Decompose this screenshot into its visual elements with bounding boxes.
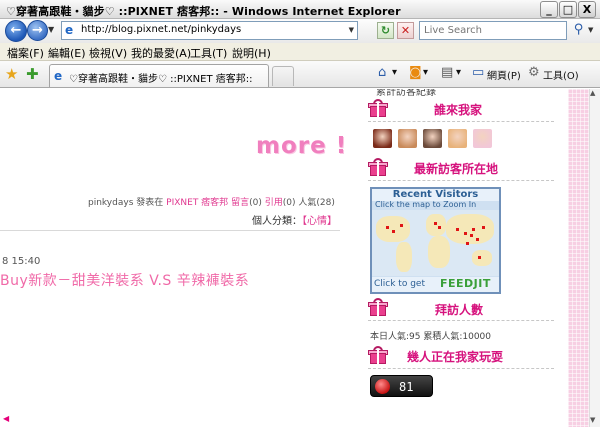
ie-page-icon: e [54,69,63,83]
scroll-up-arrow-icon[interactable]: ▲ [590,89,595,97]
favorites-star-icon[interactable]: ★ [5,65,18,83]
minimize-button[interactable]: _ [540,1,558,18]
search-button[interactable]: ⚲ [569,21,588,40]
sidebar-divider [368,320,554,321]
refresh-icon: ↻ [380,24,391,37]
forward-button[interactable]: → [27,20,48,41]
online-status-icon [375,379,390,394]
clipped-visitor-text: 累計訪客紀錄 [376,89,436,98]
vertical-scrollbar[interactable] [589,89,600,427]
tools-gear-icon: ⚙ [528,65,540,80]
rss-feed-icon[interactable]: ◙ [409,65,422,80]
tab-bar: ★ ✚ e ♡穿著高跟鞋・貓步♡ ::PIXNET 痞客邦:: ⌂ ▾ ◙ ▾ … [0,61,600,88]
url-text: http://blog.pixnet.net/pinkydays [81,24,242,35]
menu-help[interactable]: 說明(H) [232,45,271,61]
trackback-count: (0) [282,198,296,208]
visitor-avatar[interactable] [423,129,442,148]
refresh-button[interactable]: ↻ [377,22,394,39]
gift-icon [368,298,388,317]
tab-title: ♡穿著高跟鞋・貓步♡ ::PIXNET 痞客邦:: [69,74,253,85]
maximize-button[interactable]: □ [559,1,577,18]
post-author[interactable]: pinkydays [88,198,133,208]
menu-file[interactable]: 檔案(F) [7,45,44,61]
ie-page-icon: e [65,23,74,37]
new-tab-button[interactable] [272,66,294,86]
add-favorite-icon[interactable]: ✚ [26,65,39,83]
site-link[interactable]: PIXNET 痞客邦 [166,198,228,208]
world-map[interactable] [372,210,499,276]
window-title: ♡穿著高跟鞋・貓步♡ ::PIXNET 痞客邦:: - Windows Inte… [6,5,401,18]
gift-icon [368,346,388,365]
visitor-count-heading: 拜訪人數 [435,303,484,317]
visitor-avatar[interactable] [373,129,392,148]
online-count: 81 [399,380,414,394]
feedjit-logo[interactable]: FEEDJIT [440,277,491,290]
title-bar: ♡穿著高跟鞋・貓步♡ ::PIXNET 痞客邦:: - Windows Inte… [0,0,600,19]
trackback-link[interactable]: 引用 [265,198,283,208]
feed-dropdown-icon[interactable]: ▾ [423,67,428,78]
scroll-down-arrow-icon[interactable]: ▼ [590,416,595,424]
pink-background-strip [568,89,589,427]
post-divider [0,230,340,231]
gift-icon [368,158,388,177]
who-visited-heading: 誰來我家 [434,103,483,117]
url-input[interactable]: e http://blog.pixnet.net/pinkydays ▼ [61,21,358,40]
visitor-avatar[interactable] [448,129,467,148]
comments-link[interactable]: 留言 [231,198,249,208]
category-label: 個人分類： [252,216,302,227]
more-link[interactable]: more ! [256,133,347,159]
search-input[interactable] [419,21,567,40]
online-now-heading: 幾人正在我家玩耍 [407,350,504,364]
tools-menu-button[interactable]: 工具(O) [543,67,579,82]
visitor-stats: 本日人氣:95 累積人氣:10000 [370,332,492,342]
sidebar-divider [368,121,554,122]
menu-bar: 檔案(F) 編輯(E) 檢視(V) 我的最愛(A) 工具(T) 說明(H) [0,43,600,61]
stop-button[interactable]: ✕ [397,22,414,39]
recent-pages-dropdown-icon[interactable]: ▼ [48,25,54,34]
post-category: 個人分類：【心情】 [252,212,337,227]
visitor-avatar[interactable] [473,129,492,148]
close-button[interactable]: X [578,1,596,18]
comments-count: (0) [249,198,262,208]
category-link[interactable]: 【心情】 [302,216,337,227]
search-options-dropdown-icon[interactable]: ▼ [588,26,593,34]
stop-icon: ✕ [400,24,411,37]
scroll-left-arrow-icon[interactable]: ◀ [3,414,9,423]
post-meta: pinkydays 發表在 PIXNET 痞客邦 留言(0) 引用(0) 人氣(… [88,195,335,208]
page-menu-button[interactable]: 網頁(P) [487,67,521,82]
post-title-link[interactable]: Buy新款－甜美洋裝系 V.S 辛辣褲裝系 [0,270,249,290]
popularity-count: (28) [316,198,335,208]
popularity-label: 人氣 [298,198,317,208]
print-icon[interactable]: ▤ [441,65,453,80]
published-in-label: 發表在 [136,198,164,208]
map-subtitle: Click the map to Zoom In [375,200,477,209]
gift-icon [368,99,388,118]
search-icon: ⚲ [573,22,584,37]
map-click-text[interactable]: Click to get [374,279,425,289]
visitor-map-widget[interactable]: Recent Visitors Click the map to Zoom In… [370,187,501,294]
print-dropdown-icon[interactable]: ▾ [456,67,461,78]
page-content: 累計訪客紀錄 more ! pinkydays 發表在 PIXNET 痞客邦 留… [0,89,589,427]
map-footer[interactable]: Click to get FEEDJIT [372,277,499,292]
online-counter-widget[interactable]: 81 [370,375,433,397]
page-icon: ▭ [472,65,485,80]
sidebar-divider [368,180,554,181]
home-dropdown-icon[interactable]: ▾ [392,67,397,78]
visitor-avatar[interactable] [398,129,417,148]
address-bar: ← → ▼ e http://blog.pixnet.net/pinkydays… [0,19,600,43]
menu-favorites[interactable]: 我的最愛(A) [131,45,191,61]
forward-arrow-icon: → [32,23,43,38]
back-arrow-icon: ← [10,23,22,38]
url-dropdown-icon[interactable]: ▼ [349,26,354,34]
menu-edit[interactable]: 編輯(E) [48,45,86,61]
recent-locations-heading: 最新訪客所在地 [414,162,499,176]
tab-current[interactable]: e ♡穿著高跟鞋・貓步♡ ::PIXNET 痞客邦:: [49,64,269,87]
home-icon[interactable]: ⌂ [378,65,386,80]
menu-view[interactable]: 檢視(V) [89,45,127,61]
back-button[interactable]: ← [5,20,27,42]
post-time: 8 15:40 [2,256,41,267]
sidebar-divider [368,368,554,369]
menu-tools[interactable]: 工具(T) [190,45,227,61]
